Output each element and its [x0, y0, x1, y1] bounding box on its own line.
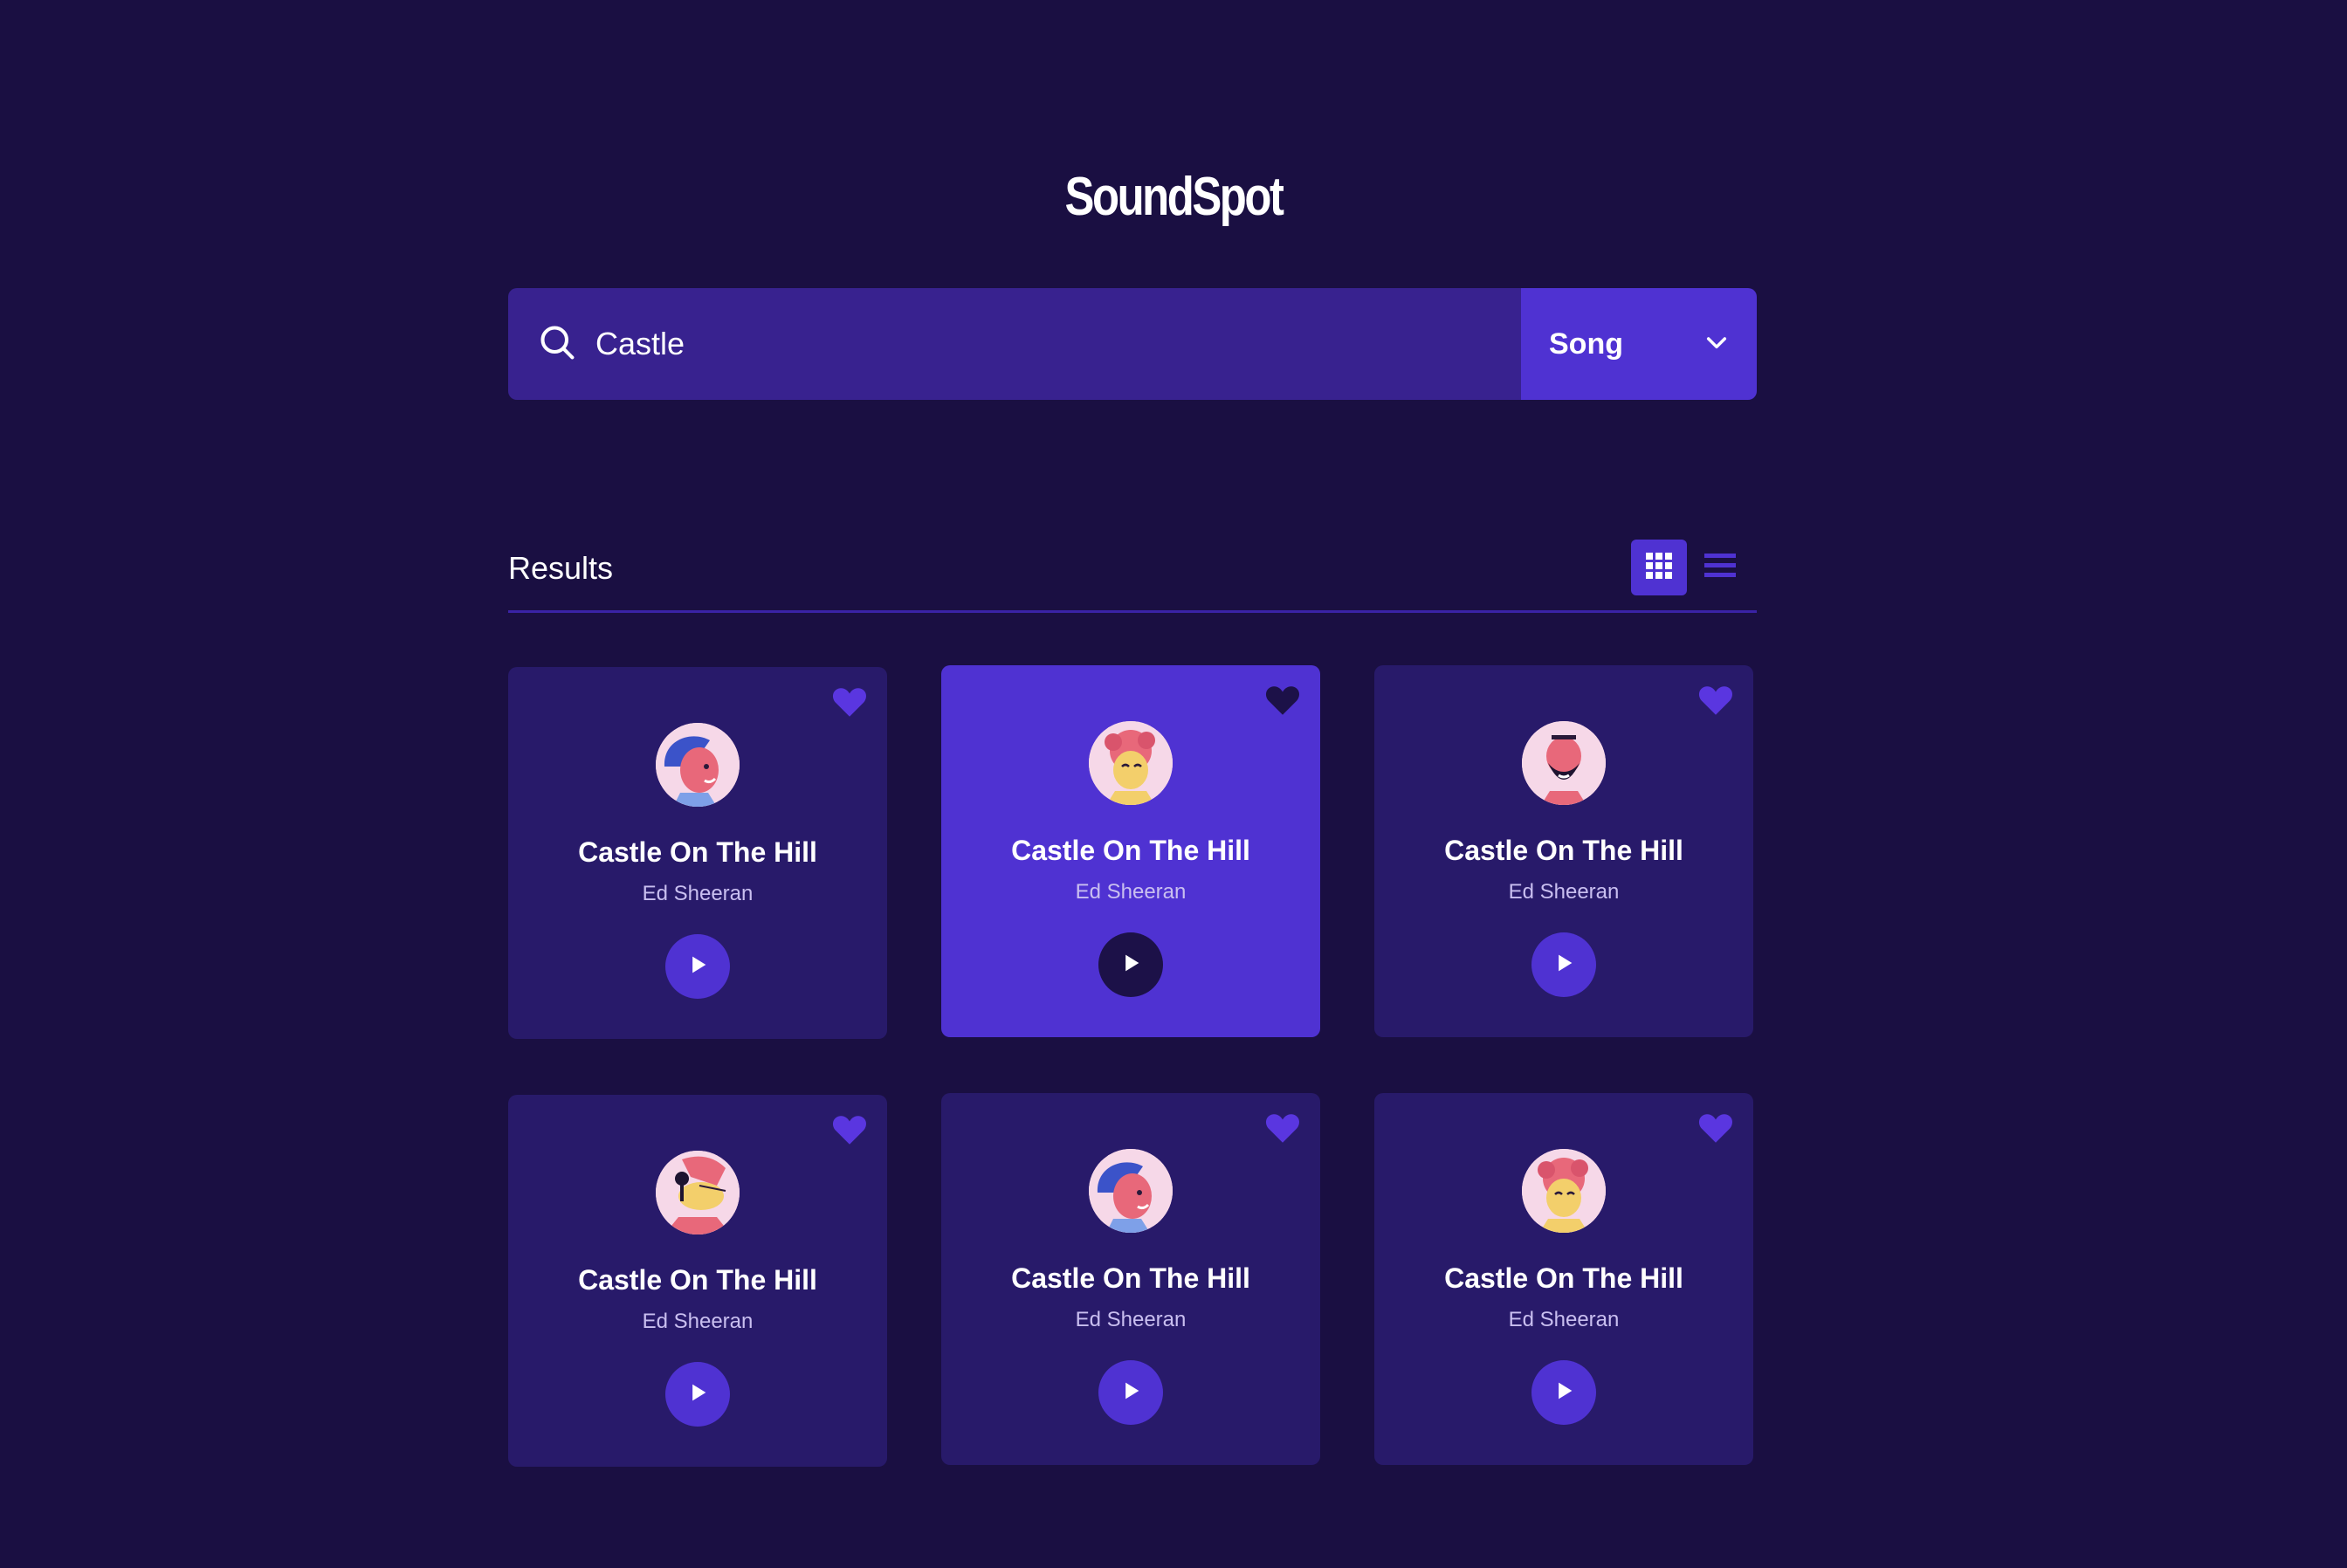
heart-icon[interactable]	[1264, 683, 1301, 716]
play-icon	[1552, 1379, 1576, 1407]
search-type-dropdown[interactable]: Song	[1521, 288, 1757, 400]
woman-blue-hair-avatar	[656, 723, 740, 807]
heart-icon[interactable]	[831, 684, 868, 718]
play-button[interactable]	[665, 1362, 730, 1427]
song-card[interactable]: Castle On The Hill Ed Sheeran	[941, 665, 1320, 1037]
song-title: Castle On The Hill	[1011, 835, 1250, 866]
song-title: Castle On The Hill	[1444, 1262, 1683, 1294]
woman-pink-curly-hair-avatar	[1089, 721, 1173, 805]
heart-icon[interactable]	[1264, 1111, 1301, 1144]
search-type-label: Song	[1549, 327, 1623, 361]
search-bar: Song	[508, 288, 1757, 400]
app-logo: SoundSpot	[1064, 167, 1284, 227]
play-button[interactable]	[1098, 1360, 1163, 1425]
search-icon	[538, 323, 576, 366]
results-header: Results	[508, 534, 1757, 613]
play-button[interactable]	[1098, 932, 1163, 997]
song-card[interactable]: Castle On The Hill Ed Sheeran	[508, 667, 887, 1039]
song-card[interactable]: Castle On The Hill Ed Sheeran	[508, 1095, 887, 1467]
song-title: Castle On The Hill	[578, 1264, 817, 1296]
play-icon	[1118, 951, 1143, 980]
woman-pink-curly-hair-avatar	[1522, 1149, 1606, 1233]
bearded-man-avatar	[1522, 721, 1606, 805]
chevron-down-icon	[1703, 328, 1731, 361]
song-artist: Ed Sheeran	[1508, 1308, 1620, 1331]
heart-icon[interactable]	[1697, 1111, 1734, 1144]
song-artist: Ed Sheeran	[1508, 880, 1620, 904]
song-title: Castle On The Hill	[1444, 835, 1683, 866]
play-button[interactable]	[1531, 932, 1596, 997]
song-card[interactable]: Castle On The Hill Ed Sheeran	[1374, 665, 1753, 1037]
song-card[interactable]: Castle On The Hill Ed Sheeran	[1374, 1093, 1753, 1465]
play-button[interactable]	[1531, 1360, 1596, 1425]
heart-icon[interactable]	[1697, 683, 1734, 716]
play-icon	[1552, 951, 1576, 980]
grid-view-button[interactable]	[1631, 540, 1687, 595]
search-field[interactable]	[508, 288, 1521, 400]
play-button[interactable]	[665, 934, 730, 999]
singer-with-microphone-avatar	[656, 1151, 740, 1234]
play-icon	[685, 952, 710, 981]
play-icon	[1118, 1379, 1143, 1407]
search-input[interactable]	[595, 326, 1469, 362]
song-artist: Ed Sheeran	[1075, 880, 1187, 904]
heart-icon[interactable]	[831, 1112, 868, 1145]
song-title: Castle On The Hill	[578, 836, 817, 868]
woman-blue-hair-avatar	[1089, 1149, 1173, 1233]
song-artist: Ed Sheeran	[642, 1310, 754, 1333]
song-title: Castle On The Hill	[1011, 1262, 1250, 1294]
list-view-button[interactable]	[1692, 540, 1748, 595]
grid-icon	[1644, 551, 1674, 585]
song-card[interactable]: Castle On The Hill Ed Sheeran	[941, 1093, 1320, 1465]
song-artist: Ed Sheeran	[642, 882, 754, 905]
list-icon	[1703, 551, 1738, 585]
results-title: Results	[508, 550, 614, 586]
song-artist: Ed Sheeran	[1075, 1308, 1187, 1331]
play-icon	[685, 1380, 710, 1409]
